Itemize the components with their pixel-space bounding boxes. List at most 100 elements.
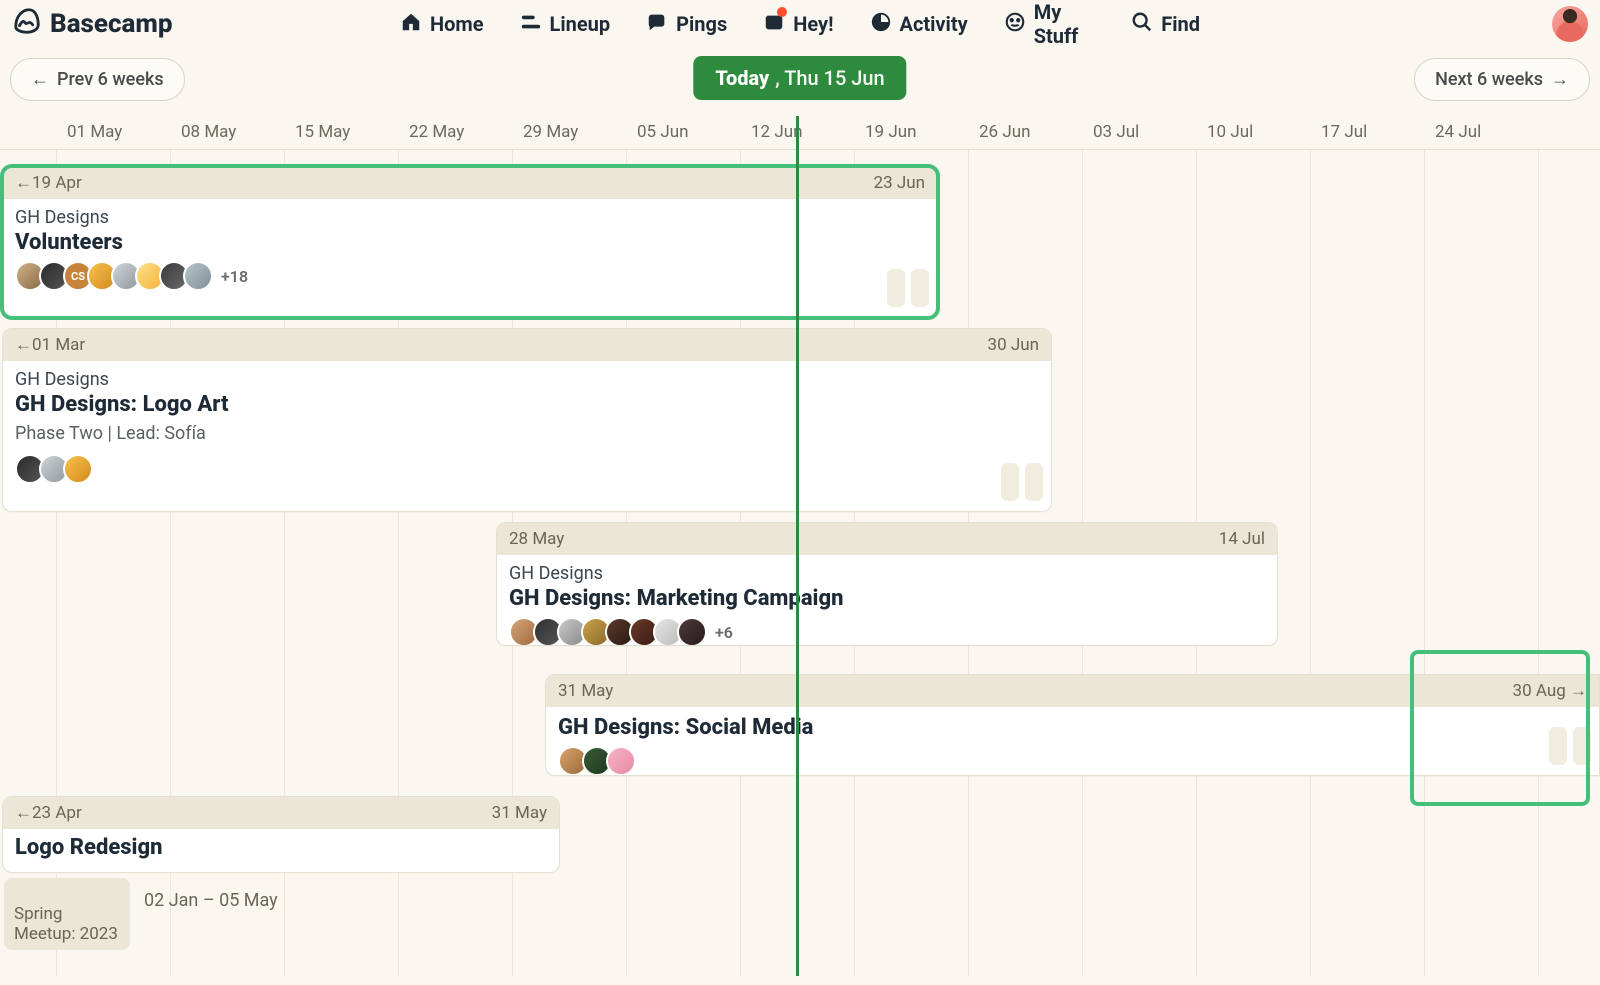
date-col: 15 May <box>295 122 350 142</box>
nav-hey-label: Hey! <box>793 12 833 36</box>
card-end-date: 30 Jun <box>988 335 1039 355</box>
today-date: , Thu 15 Jun <box>775 66 884 90</box>
card-logo-redesign[interactable]: ←23 Apr 31 May Logo Redesign <box>2 796 560 873</box>
resize-handle-icon[interactable] <box>911 269 929 307</box>
resize-handle-icon[interactable] <box>1025 463 1043 501</box>
card-end-date: 31 May <box>492 803 547 823</box>
today-indicator[interactable]: Today , Thu 15 Jun <box>693 56 906 100</box>
card-start-date: ←01 Mar <box>15 335 85 355</box>
card-body: GH Designs GH Designs: Logo Art Phase Tw… <box>3 361 1051 496</box>
profile-avatar[interactable] <box>1552 6 1588 42</box>
avatar-icon <box>677 617 707 646</box>
card-head: 28 May 14 Jul <box>497 523 1277 555</box>
prev-6-weeks-label: Prev 6 weeks <box>57 69 164 90</box>
nav-hey[interactable]: Hey! <box>763 11 833 38</box>
avatar-overflow-count: +6 <box>715 623 733 642</box>
card-marketing-campaign[interactable]: 28 May 14 Jul GH Designs GH Designs: Mar… <box>496 522 1278 646</box>
avatar-icon <box>183 261 213 291</box>
nav-find[interactable]: Find <box>1131 11 1200 38</box>
card-end-date: 30 Aug → <box>1513 681 1587 701</box>
lineup-icon <box>520 11 542 38</box>
card-subtitle: Phase Two | Lead: Sofía <box>15 423 1039 444</box>
lineup-timeline: 01 May 08 May 15 May 22 May 29 May 05 Ju… <box>0 116 1600 976</box>
prev-6-weeks-button[interactable]: ← Prev 6 weeks <box>10 58 185 101</box>
card-title: GH Designs: Marketing Campaign <box>509 586 1265 611</box>
arrow-right-icon: → <box>1551 69 1569 90</box>
card-logo-art[interactable]: ←01 Mar 30 Jun GH Designs GH Designs: Lo… <box>2 328 1052 512</box>
pings-icon <box>646 11 668 38</box>
resize-handle-icon[interactable] <box>1001 463 1019 501</box>
date-col: 29 May <box>523 122 578 142</box>
resize-handles <box>1549 727 1591 765</box>
card-start-date: 28 May <box>509 529 564 549</box>
card-end-date: 23 Jun <box>874 173 925 193</box>
date-col: 19 Jun <box>865 122 916 142</box>
event-title: Spring Meetup: 2023 <box>14 904 118 944</box>
nav-pings[interactable]: Pings <box>646 11 727 38</box>
card-company: GH Designs <box>15 369 1039 390</box>
notification-dot-icon <box>777 7 787 17</box>
nav-pings-label: Pings <box>676 12 727 36</box>
basecamp-logo-icon <box>12 6 42 43</box>
controls-row: ← Prev 6 weeks Today , Thu 15 Jun Next 6… <box>0 52 1600 110</box>
arrow-left-icon: ← <box>31 69 49 90</box>
next-6-weeks-label: Next 6 weeks <box>1435 69 1543 90</box>
card-head: ←23 Apr 31 May <box>3 797 559 829</box>
card-head: ←19 Apr 23 Jun <box>3 167 937 199</box>
card-start-date: ←19 Apr <box>15 173 82 193</box>
card-head: 31 May 30 Aug → <box>546 675 1599 707</box>
event-spring-meetup[interactable]: Spring Meetup: 2023 <box>4 878 130 950</box>
nav-home-label: Home <box>430 12 484 36</box>
nav-activity[interactable]: Activity <box>870 11 968 38</box>
card-end-date: 14 Jul <box>1219 529 1265 549</box>
resize-handles <box>887 269 929 307</box>
card-title: Logo Redesign <box>3 829 559 872</box>
hey-icon <box>763 11 785 38</box>
nav-activity-label: Activity <box>900 12 968 36</box>
avatar-icon <box>63 454 93 484</box>
brand[interactable]: Basecamp <box>12 6 173 43</box>
card-title: Volunteers <box>15 230 925 255</box>
avatar-row <box>15 454 1039 484</box>
card-title: GH Designs: Social Media <box>558 715 1587 740</box>
date-col: 10 Jul <box>1207 122 1253 142</box>
nav-lineup[interactable]: Lineup <box>520 11 611 38</box>
card-start-date: ←23 Apr <box>15 803 82 823</box>
resize-handle-icon[interactable] <box>1573 727 1591 765</box>
resize-handle-icon[interactable] <box>887 269 905 307</box>
card-body: GH Designs Volunteers CS +18 <box>3 199 937 303</box>
next-6-weeks-button[interactable]: Next 6 weeks → <box>1414 58 1590 101</box>
avatar-row: +6 <box>509 617 1265 646</box>
card-body: GH Designs: Social Media <box>546 707 1599 776</box>
resize-handle-icon[interactable] <box>1549 727 1567 765</box>
date-col: 03 Jul <box>1093 122 1139 142</box>
event-date-range: 02 Jan – 05 May <box>144 890 278 911</box>
mystuff-icon <box>1004 11 1026 38</box>
card-social-media[interactable]: 31 May 30 Aug → GH Designs: Social Media <box>545 674 1600 776</box>
nav-lineup-label: Lineup <box>550 12 611 36</box>
avatar-row <box>558 746 1587 776</box>
card-company: GH Designs <box>509 563 1265 584</box>
date-col: 05 Jun <box>637 122 688 142</box>
nav-mystuff[interactable]: My Stuff <box>1004 0 1096 48</box>
date-col: 26 Jun <box>979 122 1030 142</box>
date-col: 01 May <box>67 122 122 142</box>
avatar-overflow-count: +18 <box>221 267 248 286</box>
date-col: 08 May <box>181 122 236 142</box>
card-body: GH Designs GH Designs: Marketing Campaig… <box>497 555 1277 646</box>
card-volunteers[interactable]: ←19 Apr 23 Jun GH Designs Volunteers CS … <box>2 166 938 318</box>
date-col: 12 Jun <box>751 122 802 142</box>
nav-home[interactable]: Home <box>400 11 484 38</box>
card-head: ←01 Mar 30 Jun <box>3 329 1051 361</box>
card-company: GH Designs <box>15 207 925 228</box>
date-col: 22 May <box>409 122 464 142</box>
nav-find-label: Find <box>1161 12 1200 36</box>
nav-center: Home Lineup Pings Hey! Activity <box>400 0 1200 48</box>
avatar-row: CS +18 <box>15 261 925 291</box>
card-start-date: 31 May <box>558 681 613 701</box>
date-header: 01 May 08 May 15 May 22 May 29 May 05 Ju… <box>0 116 1600 150</box>
date-col: 17 Jul <box>1321 122 1367 142</box>
today-label: Today <box>715 66 769 90</box>
brand-text: Basecamp <box>50 9 173 39</box>
home-icon <box>400 11 422 38</box>
